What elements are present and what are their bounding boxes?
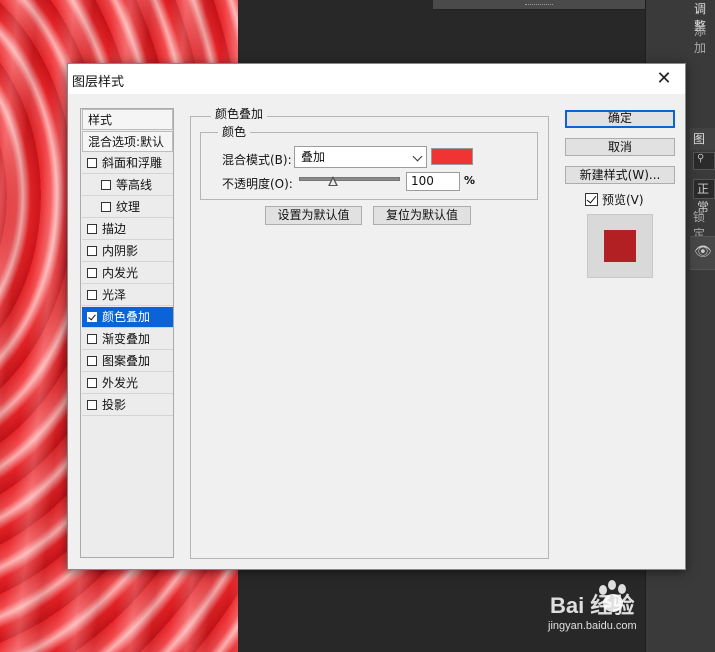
eye-icon[interactable]: 👁 (694, 244, 712, 260)
close-icon[interactable]: ✕ (653, 68, 675, 90)
baidu-jingyan-watermark: Bai 经验 jingyan.baidu.com (548, 580, 708, 640)
grip-icon (525, 4, 553, 6)
overlay-color-swatch[interactable] (431, 148, 473, 165)
style-checkbox[interactable] (87, 290, 97, 300)
preview-toggle[interactable]: 预览(V) (585, 191, 644, 208)
style-item-label: 外发光 (102, 376, 139, 390)
panel-resize-strip[interactable] (433, 0, 645, 10)
style-item[interactable]: 内阴影 (82, 241, 173, 262)
layers-blend-select[interactable]: 正常 (693, 179, 715, 214)
style-checkbox[interactable] (87, 312, 97, 322)
opacity-input[interactable]: 100 (406, 172, 460, 191)
style-item[interactable]: 颜色叠加 (82, 307, 173, 328)
style-checkbox[interactable] (87, 268, 97, 278)
new-style-button[interactable]: 新建样式(W)... (565, 166, 675, 184)
adjustments-add-text: 添加 (694, 24, 707, 55)
style-item[interactable]: 斜面和浮雕 (82, 153, 173, 174)
blend-mode-select[interactable]: 叠加 (294, 146, 427, 168)
style-item[interactable]: 内发光 (82, 263, 173, 284)
watermark-url: jingyan.baidu.com (548, 620, 637, 632)
ok-button[interactable]: 确定 (565, 110, 675, 128)
style-item[interactable]: 纹理 (82, 197, 173, 218)
blend-mode-label: 混合模式(B): (222, 153, 292, 167)
style-item[interactable]: 外发光 (82, 373, 173, 394)
layer-style-dialog: 图层样式 ✕ 样式 混合选项:默认 斜面和浮雕 等高线 纹理 描边 内阴影 内发光 光泽 颜色… (67, 63, 686, 570)
style-item-label: 渐变叠加 (102, 332, 151, 346)
style-item-label: 颜色叠加 (102, 310, 151, 324)
reset-default-button[interactable]: 复位为默认值 (373, 206, 471, 225)
tab-layers[interactable]: 图层 (690, 128, 715, 168)
style-item[interactable]: 光泽 (82, 285, 173, 306)
opacity-label: 不透明度(O): (222, 177, 293, 191)
style-item-label: 纹理 (116, 200, 141, 214)
style-item-label: 内阴影 (102, 244, 139, 258)
cancel-button[interactable]: 取消 (565, 138, 675, 156)
dialog-title: 图层样式 (72, 75, 125, 90)
style-checkbox[interactable] (87, 400, 97, 410)
style-checkbox[interactable] (87, 246, 97, 256)
style-item-label: 投影 (102, 398, 127, 412)
style-item[interactable]: 投影 (82, 395, 173, 416)
style-item[interactable]: 图案叠加 (82, 351, 173, 372)
layers-search-icon[interactable]: ⚲ (693, 152, 715, 170)
preview-label: 预览(V) (602, 193, 644, 207)
style-item[interactable]: 渐变叠加 (82, 329, 173, 350)
section-title: 颜色叠加 (211, 105, 268, 122)
style-item-label: 斜面和浮雕 (102, 156, 163, 170)
opacity-slider-track[interactable] (299, 177, 400, 181)
preview-checkbox[interactable] (585, 193, 598, 206)
opacity-unit: % (464, 174, 476, 187)
style-item-label: 描边 (102, 222, 127, 236)
color-group-title: 颜色 (218, 123, 251, 140)
dialog-titlebar[interactable]: 图层样式 ✕ (68, 64, 685, 94)
preview-thumbnail (587, 214, 653, 278)
styles-list-header[interactable]: 样式 (82, 109, 173, 130)
style-checkbox[interactable] (87, 334, 97, 344)
blending-options-item[interactable]: 混合选项:默认 (82, 131, 173, 152)
chevron-down-icon (412, 151, 423, 162)
style-checkbox[interactable] (87, 224, 97, 234)
style-checkbox[interactable] (87, 356, 97, 366)
opacity-slider-thumb[interactable] (328, 176, 338, 187)
style-item-label: 光泽 (102, 288, 127, 302)
set-default-button[interactable]: 设置为默认值 (265, 206, 362, 225)
style-checkbox[interactable] (87, 378, 97, 388)
style-checkbox[interactable] (101, 202, 111, 212)
style-checkbox[interactable] (101, 180, 111, 190)
blend-mode-value: 叠加 (301, 150, 326, 164)
style-item-label: 内发光 (102, 266, 139, 280)
style-item[interactable]: 等高线 (82, 175, 173, 196)
style-item-label: 等高线 (116, 178, 153, 192)
watermark-brand: Bai 经验 (550, 593, 635, 618)
styles-list: 样式 混合选项:默认 斜面和浮雕等高线纹理描边内阴影内发光光泽颜色叠加渐变叠加图… (80, 108, 174, 558)
preview-swatch (604, 230, 636, 262)
style-checkbox[interactable] (87, 158, 97, 168)
style-item-label: 图案叠加 (102, 354, 151, 368)
style-item[interactable]: 描边 (82, 219, 173, 240)
